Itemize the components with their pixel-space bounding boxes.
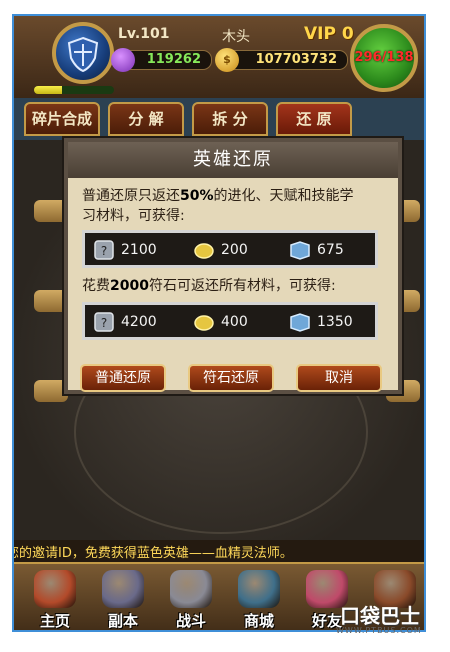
reward-value: 4200 (121, 314, 157, 330)
puzzle-piece-icon: ? (94, 240, 114, 260)
normal-restore-description-line2: 习材料，可获得: (82, 208, 185, 224)
reward-fragments: ? 4200 (93, 311, 157, 333)
tab-bar: 碎片合成 分 解 拆 分 还 原 (14, 98, 424, 140)
nav-home[interactable]: 主页 (20, 564, 90, 630)
gold-nugget-icon (194, 243, 214, 259)
player-avatar-shield[interactable] (52, 22, 114, 84)
tab-restore[interactable]: 还 原 (276, 102, 352, 136)
gold-nugget-icon (194, 315, 214, 331)
nav-dungeon[interactable]: 副本 (88, 564, 158, 630)
puzzle-piece-icon: ? (94, 312, 114, 332)
xp-bar (34, 86, 114, 94)
nav-label: 战斗 (175, 612, 206, 630)
gold-counter[interactable]: $ 107703732 (215, 48, 348, 72)
dialog-title: 英雄还原 (193, 149, 273, 170)
gold-coin-icon: $ (215, 48, 239, 72)
rune-restore-button[interactable]: 符石还原 (188, 364, 274, 392)
nav-shop[interactable]: 商城 (224, 564, 294, 630)
normal-restore-button[interactable]: 普通还原 (80, 364, 166, 392)
watermark-url: WWW.PTBUS.COM (336, 626, 422, 635)
normal-desc-text: 普通还原只返还 (82, 188, 180, 204)
tab-decompose[interactable]: 分 解 (108, 102, 184, 136)
stamina-orb[interactable]: 296/138 (350, 24, 418, 92)
reward-value: 675 (317, 242, 344, 258)
shop-icon (238, 570, 280, 608)
hero-slot-left-2[interactable] (34, 290, 68, 312)
nav-label: 副本 (107, 612, 138, 630)
player-level: Lv.101 (118, 26, 170, 42)
reward-fragments: ? 2100 (93, 239, 157, 261)
hero-slot-left-1[interactable] (34, 200, 68, 222)
announcement-text: 您的邀请ID，免费获得蓝色英雄——血精灵法师。 (12, 546, 293, 561)
nav-label: 商城 (243, 612, 274, 630)
dungeon-icon (102, 570, 144, 608)
home-icon (34, 570, 76, 608)
stamina-value: 296/138 (354, 50, 414, 65)
nav-label: 主页 (39, 612, 70, 630)
normal-desc-text-2: 的进化、天赋和技能学 (213, 188, 354, 204)
dialog-header: 英雄还原 (68, 142, 398, 178)
gold-value: 107703732 (255, 52, 337, 67)
gem-icon (111, 48, 135, 72)
svg-text:?: ? (101, 244, 107, 258)
announcement-marquee: 您的邀请ID，免费获得蓝色英雄——血精灵法师。 (14, 540, 424, 562)
reward-gold: 400 (193, 311, 248, 333)
gem-counter[interactable]: 119262 (111, 48, 212, 72)
watermark-brand: 口袋巴士 (340, 604, 420, 628)
reward-skill-book: 1350 (289, 311, 353, 333)
battle-swords-icon (170, 570, 212, 608)
hero-slot-left-3[interactable] (34, 380, 68, 402)
svg-text:?: ? (101, 316, 107, 330)
rune-restore-description: 花费2000符石可返还所有材料，可获得: (82, 276, 336, 296)
reward-value: 400 (221, 314, 248, 330)
xp-bar-fill (34, 86, 62, 94)
ptbus-watermark: 口袋巴士 WWW.PTBUS.COM (336, 600, 436, 640)
gem-value: 119262 (146, 52, 201, 67)
skill-book-icon (290, 313, 310, 332)
reward-value: 2100 (121, 242, 157, 258)
normal-restore-description: 普通还原只返还50%的进化、天赋和技能学 (82, 186, 354, 206)
rune-desc-cost: 2000 (110, 278, 149, 294)
top-hud: Lv.101 木头 VIP 0 119262 $ 107703732 296/1… (14, 16, 424, 100)
hero-restore-dialog: 英雄还原 普通还原只返还50%的进化、天赋和技能学 习材料，可获得: ? 210… (64, 138, 402, 394)
rune-rewards-box: ? 4200 400 1350 (82, 302, 378, 340)
rune-desc-text-2: 符石可返还所有材料，可获得: (148, 278, 336, 294)
cancel-button[interactable]: 取消 (296, 364, 382, 392)
normal-desc-percent: 50% (180, 188, 214, 204)
shield-icon (67, 36, 99, 72)
reward-gold: 200 (193, 239, 248, 261)
player-name: 木头 (222, 29, 250, 45)
game-screen: Lv.101 木头 VIP 0 119262 $ 107703732 296/1… (12, 14, 426, 632)
tab-split[interactable]: 拆 分 (192, 102, 268, 136)
normal-rewards-box: ? 2100 200 675 (82, 230, 378, 268)
skill-book-icon (290, 241, 310, 260)
vip-level[interactable]: VIP 0 (304, 24, 354, 44)
tab-fragment-synthesis[interactable]: 碎片合成 (24, 102, 100, 136)
rune-desc-text: 花费 (82, 278, 110, 294)
reward-skill-book: 675 (289, 239, 344, 261)
nav-battle[interactable]: 战斗 (156, 564, 226, 630)
reward-value: 1350 (317, 314, 353, 330)
reward-value: 200 (221, 242, 248, 258)
